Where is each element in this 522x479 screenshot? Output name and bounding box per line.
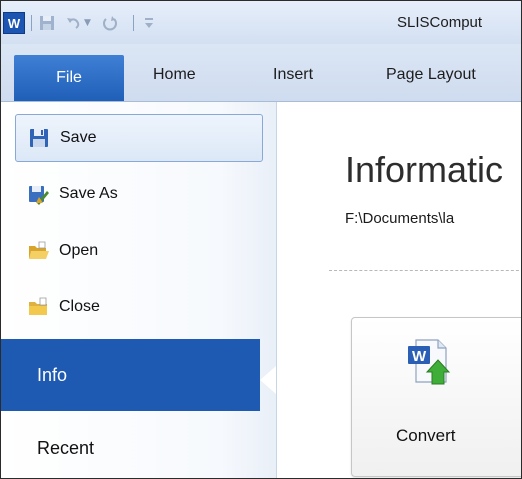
undo-icon[interactable] [64,14,82,32]
tab-page-layout[interactable]: Page Layout [386,66,476,84]
floppy-disk-icon [30,129,48,147]
convert-button[interactable]: W Convert [351,317,521,477]
tab-info[interactable]: Info [1,339,260,411]
redo-icon[interactable] [101,14,119,32]
window-title: SLISComput [397,14,483,31]
app-logo-letter: W [7,15,21,31]
qat-separator [31,15,32,31]
close-button[interactable]: Close [15,284,261,330]
quick-access-toolbar: W ▼ [3,11,166,35]
tab-insert[interactable]: Insert [273,66,313,84]
word-window: W ▼ SLISComput File Home Insert Page Lay… [0,0,522,479]
document-path: F:\Documents\la [345,210,455,227]
tab-home[interactable]: Home [153,66,196,84]
qat-separator [132,15,134,31]
convert-label: Convert [396,426,456,445]
ribbon-tab-bar: File Home Insert Page Layout [1,44,521,102]
open-button[interactable]: Open [15,228,261,274]
qat-save-icon[interactable] [38,14,56,32]
info-pane: Informatic F:\Documents\la W Convert [277,102,521,478]
word-app-icon[interactable]: W [3,12,25,34]
save-as-label: Save As [59,185,118,202]
backstage-nav: Save Save As Open Close Info Recent [1,102,277,478]
page-title: Informatic [345,149,504,190]
close-folder-icon [29,297,47,315]
tab-recent[interactable]: Recent [37,438,94,459]
svg-text:W: W [412,348,427,365]
info-selected-notch [260,366,276,394]
close-label: Close [59,298,100,315]
divider [329,270,521,271]
save-as-button[interactable]: Save As [15,171,261,217]
open-folder-icon [29,241,49,259]
save-label: Save [60,129,97,146]
title-bar: W ▼ SLISComput [1,1,521,44]
save-button[interactable]: Save [15,114,263,162]
save-as-icon [29,186,49,205]
convert-document-icon: W [408,339,451,385]
tab-file[interactable]: File [14,55,124,101]
customize-qat-icon[interactable] [140,14,158,32]
open-label: Open [59,242,99,259]
undo-dropdown-icon[interactable]: ▼ [84,18,91,28]
